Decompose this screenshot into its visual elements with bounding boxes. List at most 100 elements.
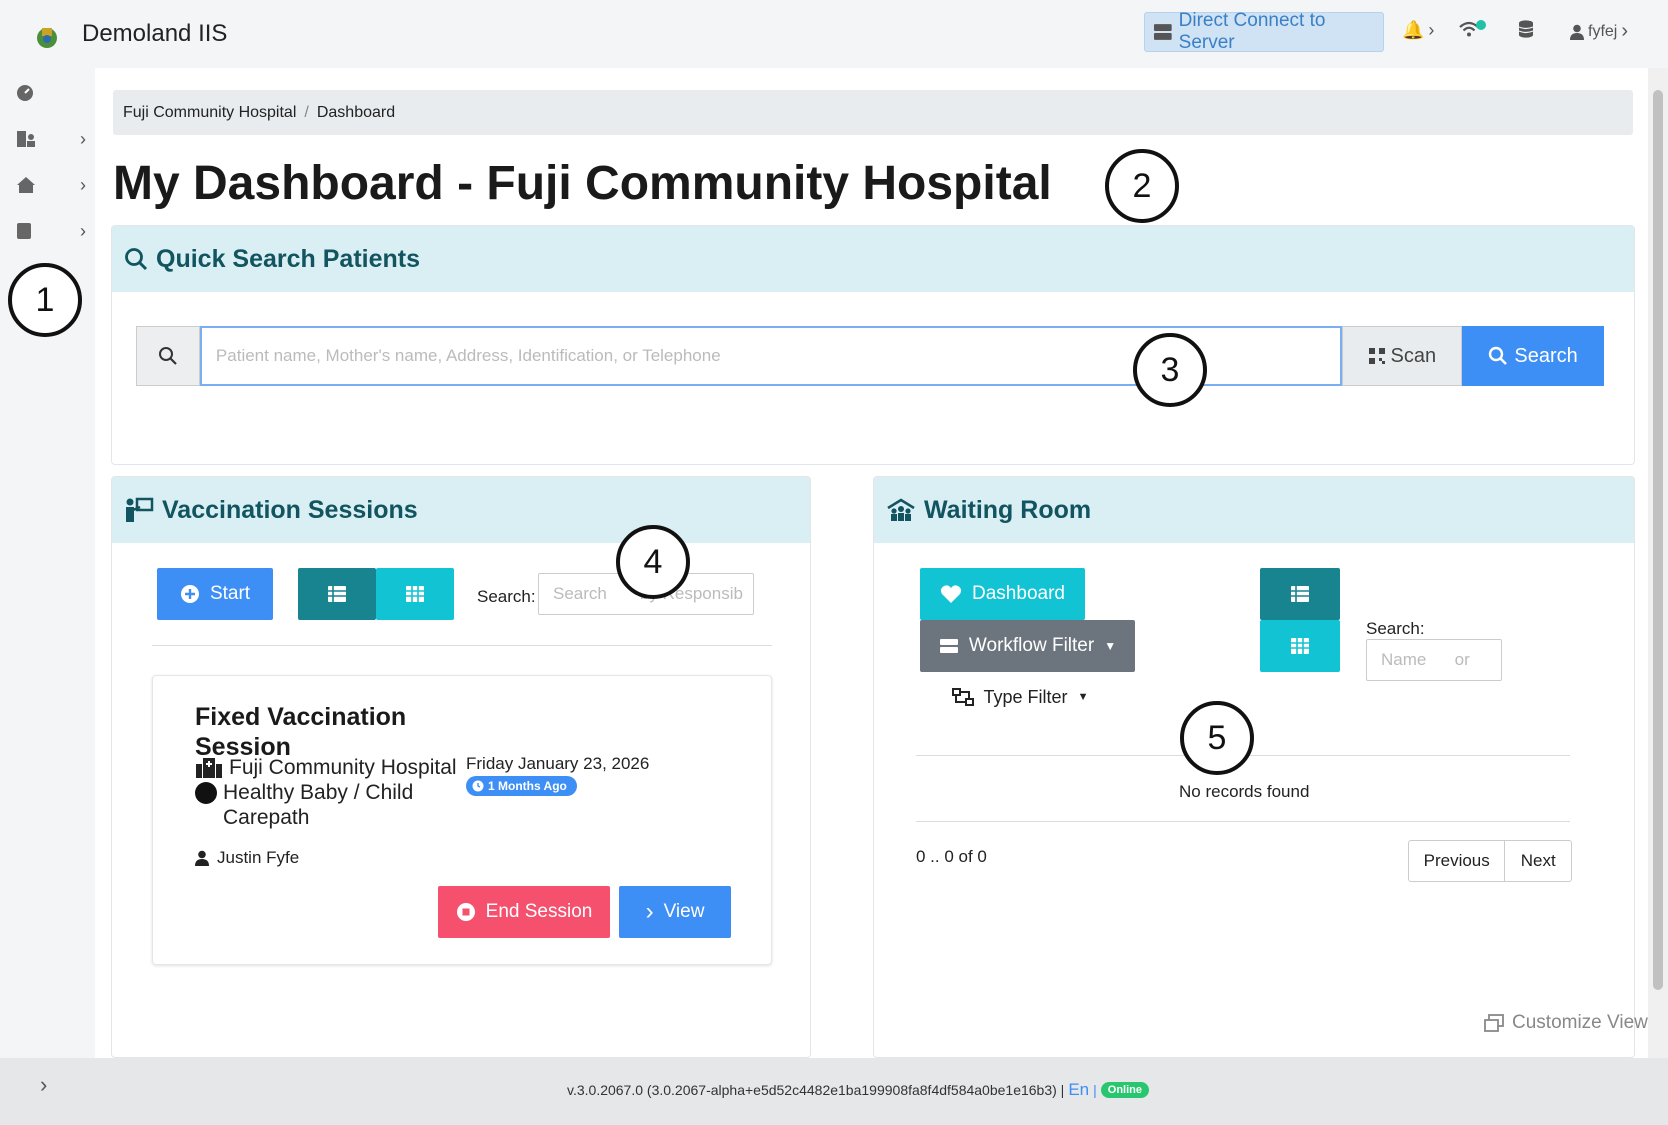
circle-icon bbox=[195, 782, 217, 804]
start-session-button[interactable]: Start bbox=[157, 568, 273, 620]
table-grid-icon bbox=[1291, 638, 1309, 654]
user-icon bbox=[1570, 24, 1584, 40]
sidebar-toggle[interactable]: › bbox=[40, 1072, 47, 1098]
type-filter-dropdown[interactable]: Type Filter ▼ bbox=[920, 677, 1120, 717]
waiting-search-input[interactable] bbox=[1366, 639, 1502, 681]
pagination: Previous Next bbox=[1408, 840, 1572, 882]
waiting-room-card: Waiting Room Dashboard Workflow Filter ▼… bbox=[873, 476, 1635, 1058]
quick-search-card: Quick Search Patients Scan bbox=[111, 225, 1635, 465]
customize-view-label: Customize View bbox=[1512, 1012, 1648, 1033]
search-label: Search bbox=[1514, 344, 1578, 367]
next-button[interactable]: Next bbox=[1505, 841, 1571, 881]
online-dot bbox=[1476, 20, 1486, 30]
scrollbar-thumb[interactable] bbox=[1653, 90, 1663, 990]
session-user: Justin Fyfe bbox=[195, 848, 299, 868]
divider bbox=[916, 821, 1570, 822]
user-name: fyfej bbox=[1588, 22, 1618, 40]
annotation-marker-2: 2 bbox=[1105, 149, 1179, 223]
filter-icon bbox=[939, 639, 958, 653]
page-title: My Dashboard - Fuji Community Hospital bbox=[113, 157, 1052, 210]
quick-search-header: Quick Search Patients bbox=[112, 226, 1634, 292]
separator: | bbox=[1093, 1082, 1097, 1098]
sidebar-item-reports[interactable]: › bbox=[16, 216, 86, 246]
footer-info: v.3.0.2067.0 (3.0.2067-alpha+e5d52c4482e… bbox=[567, 1080, 1149, 1100]
customize-view-button[interactable]: Customize View bbox=[1484, 1012, 1648, 1034]
top-bar: Demoland IIS Direct Connect to Server 🔔 … bbox=[0, 0, 1668, 68]
workflow-filter-dropdown[interactable]: Workflow Filter ▼ bbox=[920, 620, 1135, 672]
waiting-grid-view-button[interactable] bbox=[1260, 620, 1340, 672]
house-user-icon bbox=[17, 177, 35, 193]
quick-search-group: Scan Search bbox=[136, 326, 1604, 386]
user-icon bbox=[195, 850, 209, 866]
hospital-icon bbox=[196, 758, 222, 778]
sidebar-item-patients[interactable]: › bbox=[16, 124, 86, 154]
database-button[interactable] bbox=[1518, 20, 1534, 38]
workflow-filter-label: Workflow Filter bbox=[968, 635, 1095, 656]
end-session-button[interactable]: End Session bbox=[438, 886, 610, 938]
sidebar-item-facilities[interactable]: › bbox=[16, 170, 86, 200]
chevron-right-icon: › bbox=[80, 128, 86, 149]
clock-icon bbox=[472, 780, 484, 792]
session-facility-name: Fuji Community Hospital bbox=[229, 756, 457, 779]
search-icon bbox=[1489, 346, 1508, 365]
chevron-right-icon: › bbox=[80, 220, 86, 241]
language-link[interactable]: En bbox=[1068, 1080, 1089, 1100]
previous-button[interactable]: Previous bbox=[1409, 841, 1506, 881]
waiting-list-view-button[interactable] bbox=[1260, 568, 1340, 620]
session-facility: Fuji Community Hospital bbox=[195, 756, 457, 780]
notifications-menu[interactable]: 🔔 › bbox=[1402, 20, 1434, 41]
stop-circle-icon bbox=[456, 903, 475, 921]
breadcrumb-item-facility[interactable]: Fuji Community Hospital bbox=[123, 104, 296, 122]
chevron-right-icon: › bbox=[645, 898, 654, 925]
search-icon bbox=[125, 248, 148, 271]
book-icon bbox=[17, 223, 31, 239]
version-text: v.3.0.2067.0 (3.0.2067-alpha+e5d52c4482e… bbox=[567, 1082, 1065, 1098]
app-title: Demoland IIS bbox=[82, 20, 228, 47]
footer: › v.3.0.2067.0 (3.0.2067-alpha+e5d52c448… bbox=[0, 1058, 1668, 1125]
breadcrumb-item-dashboard: Dashboard bbox=[316, 103, 396, 121]
scan-button[interactable]: Scan bbox=[1342, 326, 1463, 386]
grid-view-button[interactable] bbox=[376, 568, 454, 620]
waiting-room-title: Waiting Room bbox=[924, 495, 1092, 524]
plus-circle-icon bbox=[180, 585, 199, 603]
waiting-dashboard-button[interactable]: Dashboard bbox=[920, 568, 1085, 620]
annotation-marker-5: 5 bbox=[1180, 701, 1254, 775]
time-ago-label: 1 Months Ago bbox=[488, 779, 567, 793]
start-label: Start bbox=[209, 583, 251, 604]
vaccination-sessions-header: Vaccination Sessions bbox=[112, 477, 810, 543]
chevron-right-icon: › bbox=[1621, 20, 1629, 42]
annotation-marker-1: 1 bbox=[8, 263, 82, 337]
main-scrollbar[interactable] bbox=[1648, 68, 1668, 1058]
session-user-name: Justin Fyfe bbox=[217, 848, 300, 867]
online-status-badge: Online bbox=[1100, 1082, 1149, 1098]
user-menu[interactable]: fyfej › bbox=[1570, 20, 1628, 43]
sidebar: › › › bbox=[0, 68, 95, 1058]
chevron-right-icon: › bbox=[1428, 20, 1435, 40]
no-records-text: No records found bbox=[1179, 782, 1310, 801]
type-filter-label: Type Filter bbox=[983, 686, 1068, 707]
hospital-user-icon bbox=[17, 131, 35, 147]
gauge-icon bbox=[17, 85, 33, 101]
server-icon bbox=[1153, 24, 1172, 40]
session-carepath-name: Healthy Baby / Child Carepath bbox=[223, 781, 414, 829]
people-roof-icon bbox=[887, 498, 915, 521]
direct-connect-button[interactable]: Direct Connect to Server bbox=[1144, 10, 1384, 53]
view-session-button[interactable]: › View bbox=[619, 886, 731, 938]
heart-pulse-icon bbox=[940, 585, 962, 603]
list-view-button[interactable] bbox=[298, 568, 376, 620]
table-list-icon bbox=[1291, 586, 1309, 602]
search-button[interactable]: Search bbox=[1462, 326, 1604, 386]
caret-down-icon: ▼ bbox=[1104, 639, 1117, 653]
breadcrumb: Fuji Community Hospital / Dashboard bbox=[113, 90, 1633, 135]
table-grid-icon bbox=[406, 586, 424, 602]
caret-down-icon: ▼ bbox=[1077, 691, 1089, 703]
quick-search-title: Quick Search Patients bbox=[156, 244, 421, 273]
diagram-icon bbox=[951, 688, 974, 706]
time-ago-badge: 1 Months Ago bbox=[466, 776, 577, 796]
vaccination-sessions-card: Vaccination Sessions Start Search: F bbox=[111, 476, 811, 1058]
sidebar-item-dashboard[interactable] bbox=[16, 78, 86, 108]
bell-icon: 🔔 bbox=[1402, 20, 1425, 40]
chevron-right-icon: › bbox=[80, 174, 86, 195]
record-range: 0 .. 0 of 0 bbox=[916, 847, 987, 866]
person-chalkboard-icon bbox=[126, 497, 154, 522]
